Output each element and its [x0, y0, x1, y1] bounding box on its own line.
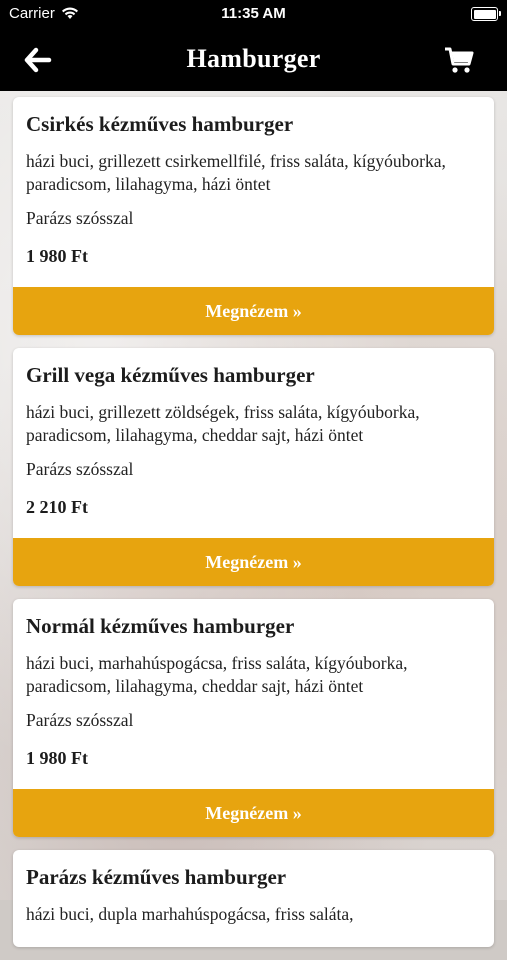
view-button[interactable]: Megnézem »	[13, 538, 494, 586]
clock: 11:35 AM	[221, 5, 286, 22]
view-button[interactable]: Megnézem »	[13, 789, 494, 837]
product-description: házi buci, grillezett csirkemellfilé, fr…	[26, 151, 446, 194]
product-name: Normál kézműves hamburger	[26, 614, 295, 638]
product-description: házi buci, grillezett zöldségek, friss s…	[26, 402, 420, 445]
cart-icon[interactable]	[444, 46, 474, 74]
product-option: Parázs szósszal	[26, 459, 134, 479]
product-price: 1 980 Ft	[26, 748, 88, 768]
product-name: Grill vega kézműves hamburger	[26, 363, 315, 387]
product-option: Parázs szósszal	[26, 710, 134, 730]
product-name: Parázs kézműves hamburger	[26, 865, 287, 889]
product-description: házi buci, marhahúspogácsa, friss saláta…	[26, 653, 408, 696]
product-card: Grill vega kézműves hamburger házi buci,…	[13, 348, 494, 586]
product-option: Parázs szósszal	[26, 208, 134, 228]
view-button[interactable]: Megnézem »	[13, 287, 494, 335]
navigation-bar: Hamburger	[0, 28, 507, 91]
product-card: Parázs kézműves hamburger házi buci, dup…	[13, 850, 494, 947]
battery-icon	[471, 7, 501, 21]
product-name: Csirkés kézműves hamburger	[26, 112, 294, 136]
product-price: 1 980 Ft	[26, 246, 88, 266]
product-card: Csirkés kézműves hamburger házi buci, gr…	[13, 97, 494, 335]
product-list: Csirkés kézműves hamburger házi buci, gr…	[13, 97, 494, 960]
product-card: Normál kézműves hamburger házi buci, mar…	[13, 599, 494, 837]
status-bar: Carrier 11:35 AM	[0, 0, 507, 28]
product-price: 2 210 Ft	[26, 497, 88, 517]
product-description: házi buci, dupla marhahúspogácsa, friss …	[26, 904, 354, 924]
page-title: Hamburger	[186, 44, 321, 73]
